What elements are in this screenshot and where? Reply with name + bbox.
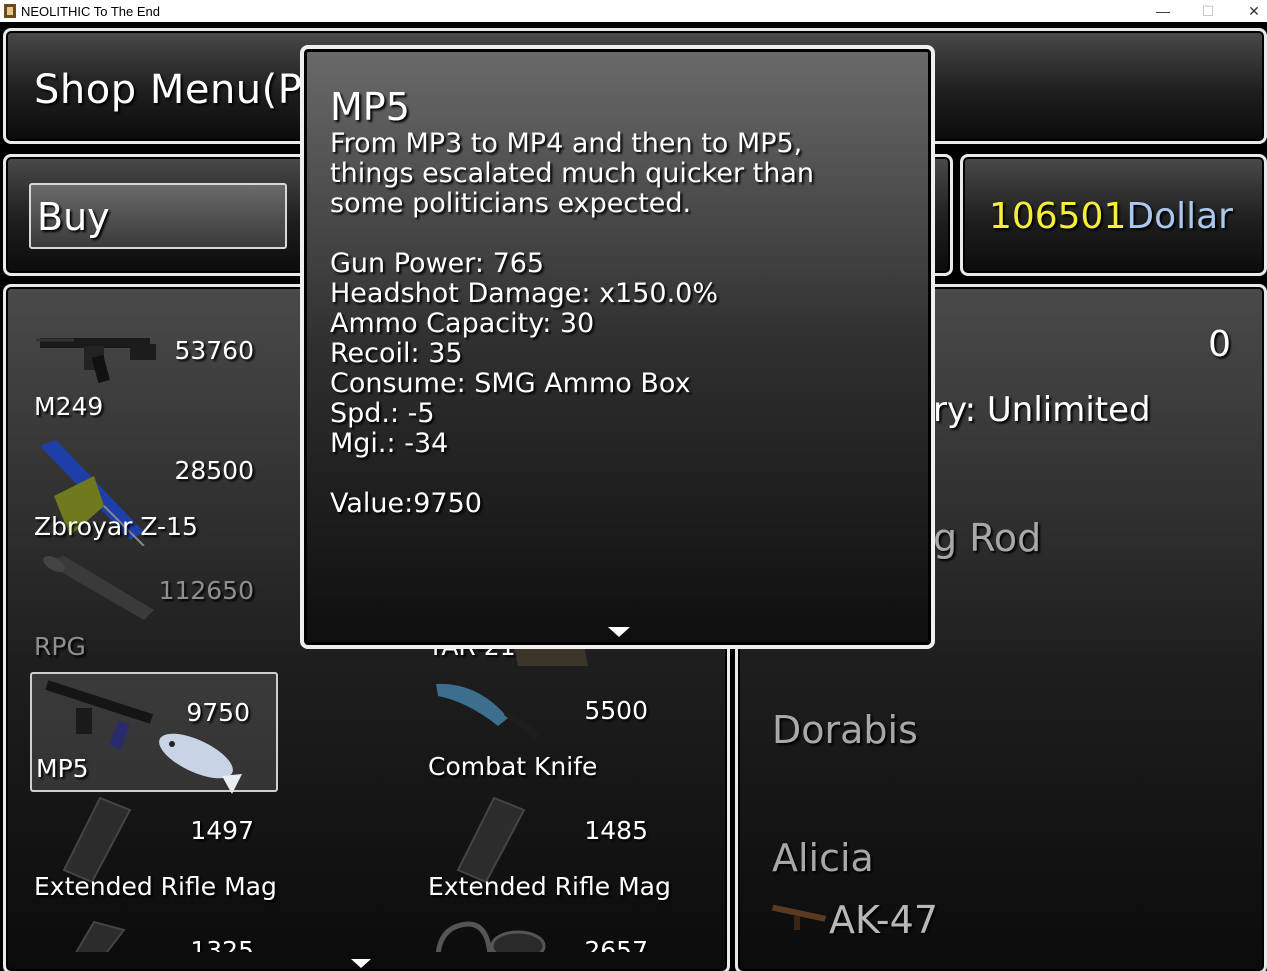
shop-item-mp5[interactable]: 9750 MP5 [30, 672, 278, 794]
item-name: RPG [34, 632, 86, 661]
knife-icon [436, 683, 541, 740]
item-name: Extended Rifle Mag [428, 872, 671, 901]
item-price: 1485 [584, 816, 648, 845]
tooltip-description-line: From MP3 to MP4 and then to MP5, [330, 128, 803, 159]
shop-item-rpg[interactable]: 112650 RPG [30, 552, 280, 672]
shop-item-extended-rifle-mag-2[interactable]: 1485 Extended Rifle Mag [424, 792, 674, 912]
money-unit: Dollar [1126, 196, 1233, 237]
item-name: Zbroyar Z-15 [34, 512, 198, 541]
tooltip-description-line: things escalated much quicker than [330, 158, 815, 189]
minimize-button[interactable]: — [1140, 0, 1186, 22]
window-titlebar: NEOLITHIC To The End — ☐ ✕ [0, 0, 1267, 22]
shop-item-extended-rifle-mag-1[interactable]: 1497 Extended Rifle Mag [30, 792, 280, 912]
owned-count: 0 [1208, 324, 1231, 365]
tooltip-stat-speed: Spd.: -5 [330, 398, 435, 429]
tooltip-body: From MP3 to MP4 and then to MP5, things … [330, 129, 920, 519]
item-price: 112650 [158, 576, 254, 605]
item-price: 5500 [584, 696, 648, 725]
item-price: 53760 [174, 336, 254, 365]
machine-gun-icon [36, 338, 156, 384]
item-name: Combat Knife [428, 752, 598, 781]
maximize-button[interactable]: ☐ [1185, 0, 1231, 22]
item-name: Extended Rifle Mag [34, 872, 277, 901]
item-detail-tooltip: MP5 From MP3 to MP4 and then to MP5, thi… [300, 45, 935, 649]
money-display: 106501Dollar [989, 196, 1233, 237]
tooltip-stat-recoil: Recoil: 35 [330, 338, 463, 369]
tooltip-stat-magic: Mgi.: -34 [330, 428, 449, 459]
item-price: 2657 [584, 936, 648, 952]
tooltip-description-line: some politicians expected. [330, 188, 692, 219]
tooltip-stat-headshot: Headshot Damage: x150.0% [330, 278, 719, 309]
item-price: 9750 [186, 698, 250, 727]
equipment-item-text: g Rod [933, 516, 1042, 560]
rifle-icon [771, 904, 827, 930]
tooltip-title: MP5 [330, 85, 410, 129]
buy-button[interactable]: Buy [29, 183, 287, 249]
list-scroll-down-icon[interactable] [351, 959, 371, 968]
item-price: 28500 [174, 456, 254, 485]
buy-label: Buy [37, 195, 110, 239]
close-button[interactable]: ✕ [1231, 0, 1267, 22]
app-icon [4, 4, 16, 18]
tooltip-stat-ammo: Ammo Capacity: 30 [330, 308, 595, 339]
inventory-limit-text: ry: Unlimited [933, 390, 1151, 430]
magazine-icon [75, 920, 126, 952]
shop-item-m249[interactable]: 53760 M249 [30, 312, 280, 432]
money-amount: 106501 [988, 196, 1127, 237]
party-member-name: Dorabis [772, 708, 918, 752]
shop-item-magazine-3[interactable]: 1325 [30, 912, 280, 952]
shop-item-zbroyar-z15[interactable]: 28500 Zbroyar Z-15 [30, 432, 280, 552]
item-price: 1325 [190, 936, 254, 952]
party-member-name: Alicia [772, 836, 874, 880]
page-title: Shop Menu(Pre [34, 67, 343, 113]
game-screen: Shop Menu(Pre Buy 106501Dollar 53760 M24… [0, 22, 1267, 971]
shop-item-goggles[interactable]: 2657 [424, 912, 674, 952]
tooltip-scroll-down-icon[interactable] [608, 627, 630, 637]
shop-item-combat-knife[interactable]: 5500 Combat Knife [424, 672, 674, 792]
party-member-weapon: AK-47 [829, 898, 938, 942]
window-title: NEOLITHIC To The End [21, 3, 160, 19]
tooltip-stat-consume: Consume: SMG Ammo Box [330, 368, 691, 399]
goggles-icon [435, 921, 546, 952]
item-name: M249 [34, 392, 104, 421]
item-name: MP5 [36, 754, 89, 783]
tooltip-value: Value:9750 [330, 488, 482, 519]
rocket-launcher-icon [43, 556, 154, 620]
tooltip-stat-gun-power: Gun Power: 765 [330, 248, 545, 279]
item-price: 1497 [190, 816, 254, 845]
